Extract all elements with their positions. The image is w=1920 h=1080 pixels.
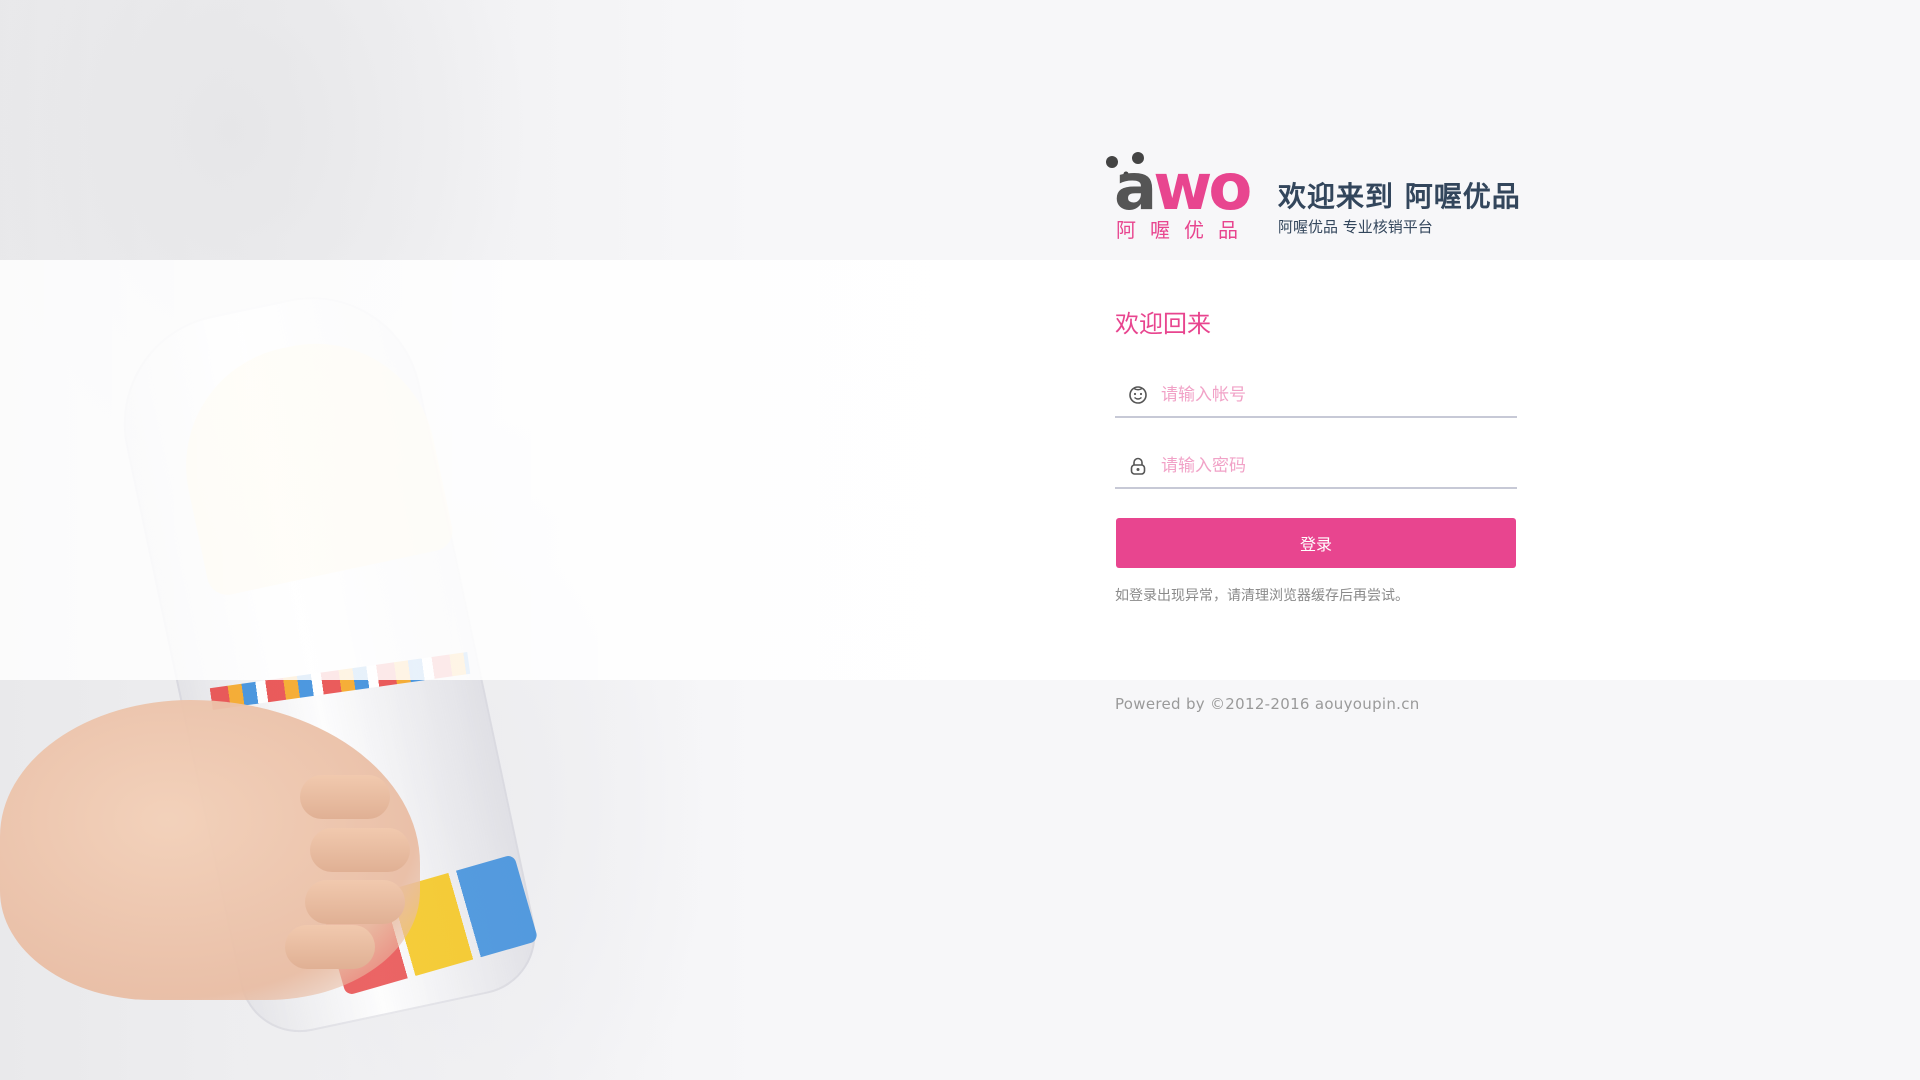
footer-copyright: Powered by ©2012-2016 aouyoupin.cn — [1115, 695, 1420, 713]
password-input[interactable] — [1161, 446, 1517, 486]
login-hint-text: 如登录出现异常，请清理浏览器缓存后再尝试。 — [1115, 588, 1409, 604]
login-page: awo 阿喔优品 欢迎来到 阿喔优品 阿喔优品 专业核销平台 欢迎回来 请输入帐… — [0, 0, 1920, 1080]
username-field — [1115, 374, 1517, 418]
page-subtitle: 阿喔优品 专业核销平台 — [1278, 218, 1433, 236]
finger-image — [285, 925, 375, 969]
user-face-icon — [1125, 382, 1151, 408]
password-field — [1115, 445, 1517, 489]
finger-image — [305, 880, 405, 924]
username-input[interactable] — [1161, 375, 1517, 415]
page-title: 欢迎来到 阿喔优品 — [1278, 180, 1521, 213]
brand-logo: awo 阿喔优品 — [1104, 150, 1256, 246]
welcome-heading: 欢迎回来 — [1115, 310, 1211, 338]
lock-icon — [1125, 453, 1151, 479]
finger-image — [310, 828, 410, 872]
logo-chinese-name: 阿喔优品 — [1116, 218, 1252, 242]
content-band — [0, 260, 1920, 680]
logo-letter-a: a — [1114, 151, 1157, 225]
logo-wordmark: awo — [1114, 156, 1252, 220]
login-button[interactable]: 登录 — [1116, 518, 1516, 568]
logo-letters-wo: wo — [1153, 151, 1252, 225]
finger-image — [300, 775, 390, 819]
